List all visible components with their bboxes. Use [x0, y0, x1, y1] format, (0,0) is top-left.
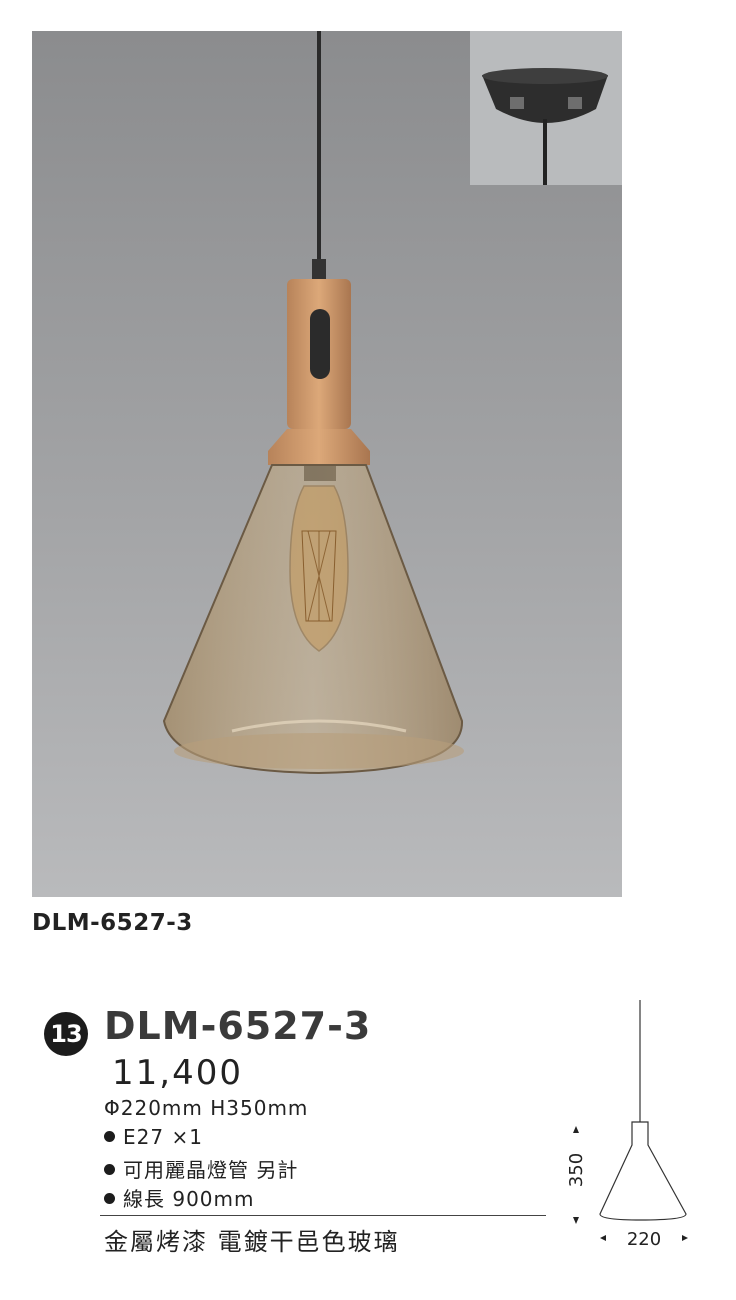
dimension-diagram: 350 220 [560, 1000, 700, 1260]
cord [317, 31, 321, 276]
height-label: 350 [566, 1153, 587, 1187]
width-label: 220 [627, 1229, 661, 1250]
price: 11,400 [112, 1053, 243, 1093]
bullet-icon [104, 1193, 115, 1204]
photo-caption: DLM-6527-3 [32, 910, 193, 936]
spec-item: 線長 900mm [104, 1183, 255, 1212]
spec-item: E27 ×1 [104, 1125, 203, 1149]
item-number-badge: 13 [44, 1012, 88, 1056]
canopy-inset-photo [470, 31, 622, 185]
bullet-icon [104, 1164, 115, 1175]
dimensions: Φ220mm H350mm [104, 1096, 309, 1120]
spec-item: 可用麗晶燈管 另計 [104, 1154, 298, 1183]
material-description: 金屬烤漆 電鍍干邑色玻璃 [104, 1228, 400, 1256]
divider [100, 1215, 546, 1216]
bullet-icon [104, 1131, 115, 1142]
model-number: DLM-6527-3 [104, 1004, 372, 1048]
